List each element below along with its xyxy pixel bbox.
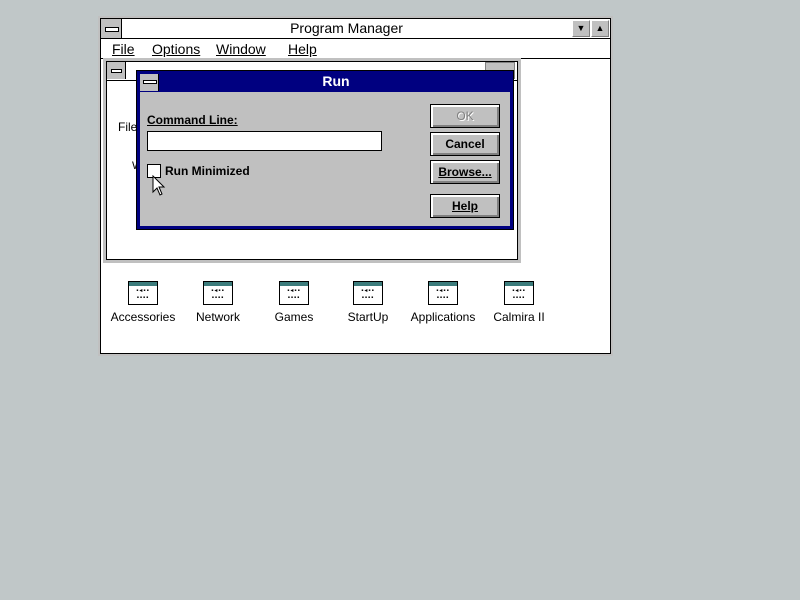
group-label: Games [274,310,314,324]
system-menu-icon [111,69,122,73]
system-menu-icon [143,80,157,84]
system-menu-box[interactable] [101,19,122,38]
run-dialog-title: Run [322,73,350,89]
minimize-icon: ▼ [576,23,586,33]
group-label: StartUp [347,310,389,324]
group-label: Applications [410,310,476,324]
maximize-button[interactable]: ▲ [591,20,609,37]
group-icon-accessories[interactable]: ▪◂▪▪ ▪▪▪▪ Accessories [107,281,179,324]
group-icon-games[interactable]: ▪◂▪▪ ▪▪▪▪ Games [258,281,330,324]
help-button[interactable]: Help [430,194,500,218]
command-line-input[interactable] [147,131,382,151]
group-icons-area: ▪◂▪▪ ▪▪▪▪ Accessories ▪◂▪▪ ▪▪▪▪ Network … [101,281,606,341]
minimize-button[interactable]: ▼ [572,20,590,37]
file-manager-label-fragment: File [118,120,138,134]
run-minimized-label: Run Minimized [165,164,250,178]
group-label: Network [195,310,240,324]
command-line-label: Command Line: [147,113,238,127]
browse-button[interactable]: Browse... [430,160,500,184]
cancel-button[interactable]: Cancel [430,132,500,156]
main-group-system-menu[interactable] [107,62,126,79]
group-label: Calmira II [493,310,545,324]
program-group-icon: ▪◂▪▪ ▪▪▪▪ [128,281,158,305]
maximize-icon: ▲ [595,23,605,33]
group-label: Accessories [110,310,176,324]
program-group-icon: ▪◂▪▪ ▪▪▪▪ [504,281,534,305]
run-dialog: Run Command Line: Run Minimized OK Cance… [136,70,514,230]
group-icon-network[interactable]: ▪◂▪▪ ▪▪▪▪ Network [182,281,254,324]
ok-button[interactable]: OK [430,104,500,128]
group-icon-applications[interactable]: ▪◂▪▪ ▪▪▪▪ Applications [407,281,479,324]
group-icon-calmira[interactable]: ▪◂▪▪ ▪▪▪▪ Calmira II [483,281,555,324]
menu-bar: File Options Window Help [101,39,610,59]
program-group-icon: ▪◂▪▪ ▪▪▪▪ [279,281,309,305]
window-title: Program Manager [290,20,403,36]
title-bar[interactable]: Program Manager ▼ ▲ [101,19,610,39]
system-menu-icon [105,27,119,32]
program-group-icon: ▪◂▪▪ ▪▪▪▪ [353,281,383,305]
run-system-menu-box[interactable] [140,74,159,91]
group-icon-startup[interactable]: ▪◂▪▪ ▪▪▪▪ StartUp [332,281,404,324]
program-group-icon: ▪◂▪▪ ▪▪▪▪ [428,281,458,305]
run-dialog-title-bar[interactable]: Run [137,71,513,92]
program-group-icon: ▪◂▪▪ ▪▪▪▪ [203,281,233,305]
mouse-pointer-icon [152,175,166,196]
